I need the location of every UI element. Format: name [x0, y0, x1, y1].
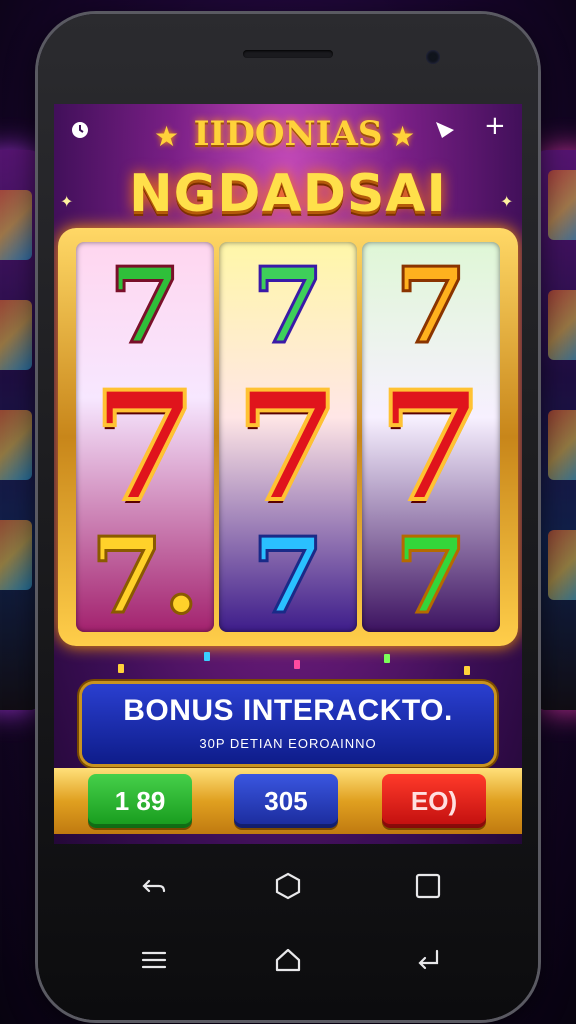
reel-symbol-seven: 7 [393, 514, 468, 632]
hexagon-home-icon[interactable] [258, 856, 318, 916]
reel-symbol-seven: 7. [89, 514, 201, 632]
return-arrow-icon[interactable] [398, 930, 458, 990]
reel-symbol-seven: 7 [377, 359, 485, 535]
reel-symbol-seven: 7 [91, 359, 199, 535]
phone-camera [426, 50, 440, 64]
slot-reel-2: 7 7 7 [219, 242, 357, 632]
arcade-screen [0, 300, 32, 370]
confetti [118, 664, 124, 673]
control-bar: 1 89 305 EO) [54, 768, 522, 834]
arcade-screen [0, 410, 32, 480]
menu-lines-icon[interactable] [124, 930, 184, 990]
confetti [204, 652, 210, 661]
blue-value-button[interactable]: 305 [234, 774, 338, 828]
arcade-screen [548, 170, 576, 240]
slot-reels-frame: 7 7 7. 7 7 7 7 7 7 [58, 228, 518, 646]
confetti [464, 666, 470, 675]
game-title-main: NGDADSAI [129, 164, 447, 224]
back-arrow-icon[interactable] [124, 856, 184, 916]
arcade-screen [548, 410, 576, 480]
arcade-screen [0, 190, 32, 260]
reel-symbol-seven: 7 [250, 244, 325, 367]
background-arcade-right [536, 150, 576, 710]
game-screen: + ★ ★ ✦ ✦ IIDONIAS NGDADSAI 7 7 7. 7 7 7… [54, 104, 522, 844]
bonus-title: BONUS INTERACKTO. [123, 694, 453, 727]
bonus-banner[interactable]: BONUS INTERACKTO. 30P DETIAN EOROAINNO [82, 684, 494, 764]
slot-reel-3: 7 7 7 [362, 242, 500, 632]
android-nav-bar [54, 856, 522, 916]
arcade-screen [548, 530, 576, 600]
reel-symbol-seven: 7 [250, 514, 325, 632]
green-value-button[interactable]: 1 89 [88, 774, 192, 828]
reel-symbol-seven: 7 [393, 244, 468, 367]
confetti [384, 654, 390, 663]
arcade-screen [548, 290, 576, 360]
background-arcade-left [0, 150, 40, 710]
home-outline-icon[interactable] [258, 930, 318, 990]
square-recents-icon[interactable] [398, 856, 458, 916]
confetti [294, 660, 300, 669]
arcade-screen [0, 520, 32, 590]
reel-symbol-seven: 7 [234, 359, 342, 535]
game-title-top: IIDONIAS [193, 114, 383, 154]
red-value-button[interactable]: EO) [382, 774, 486, 828]
reel-symbol-seven: 7 [107, 244, 182, 367]
slot-reel-1: 7 7 7. [76, 242, 214, 632]
phone-speaker [243, 50, 333, 58]
android-nav-bar-secondary [54, 930, 522, 990]
bonus-subtitle: 30P DETIAN EOROAINNO [199, 736, 377, 751]
